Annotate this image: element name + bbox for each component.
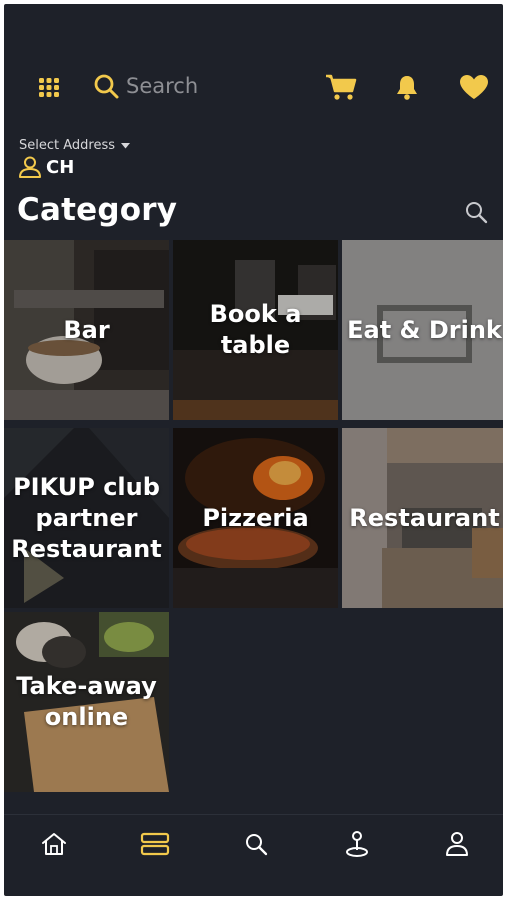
category-tile-eat-drink[interactable]: Eat & Drink [342,240,503,420]
category-label-book-table: Book a table [209,300,302,359]
select-address-dropdown[interactable]: Select Address [19,138,131,153]
category-tile-bar[interactable]: Bar [4,240,169,420]
app-screen: Search Select Address CH Category Bar Bo… [4,4,503,896]
category-label-bar: Bar [63,315,110,344]
address-value[interactable]: CH [18,156,74,178]
search-icon [244,832,268,856]
search-bar[interactable]: Search [92,72,282,100]
category-tile-book-table[interactable]: Book a table [173,240,338,420]
top-bar: Search [4,62,503,110]
categories-icon [140,832,170,856]
category-tile-pikup-club[interactable]: PIKUP club partner Restaurant [4,428,169,608]
nav-home[interactable] [34,827,74,861]
address-text: CH [46,156,75,178]
category-search-icon[interactable] [464,200,488,228]
select-address-label: Select Address [19,138,116,153]
grid-menu-icon[interactable] [36,74,62,100]
nav-profile[interactable] [437,827,477,861]
category-tile-pizzeria[interactable]: Pizzeria [173,428,338,608]
map-pin-icon [344,830,370,858]
category-tile-take-away[interactable]: Take-away online [4,612,169,792]
search-placeholder: Search [126,74,199,98]
nav-map[interactable] [337,827,377,861]
category-label-pikup-club: PIKUP club partner Restaurant [11,472,162,563]
heart-icon[interactable] [458,72,490,102]
category-label-pizzeria: Pizzeria [202,503,309,532]
bottom-navigation [4,814,503,875]
category-tile-restaurant[interactable]: Restaurant [342,428,503,608]
profile-icon [445,831,469,857]
cart-icon[interactable] [324,72,358,102]
bell-icon[interactable] [393,72,421,102]
search-icon [92,72,120,100]
nav-search[interactable] [236,827,276,861]
user-icon [18,156,42,178]
nav-categories[interactable] [135,827,175,861]
caret-down-icon [121,142,131,149]
category-label-restaurant: Restaurant [349,503,500,532]
page-title: Category [17,192,178,228]
category-label-take-away: Take-away online [16,672,157,731]
home-icon [40,831,68,857]
category-label-eat-drink: Eat & Drink [347,315,502,344]
